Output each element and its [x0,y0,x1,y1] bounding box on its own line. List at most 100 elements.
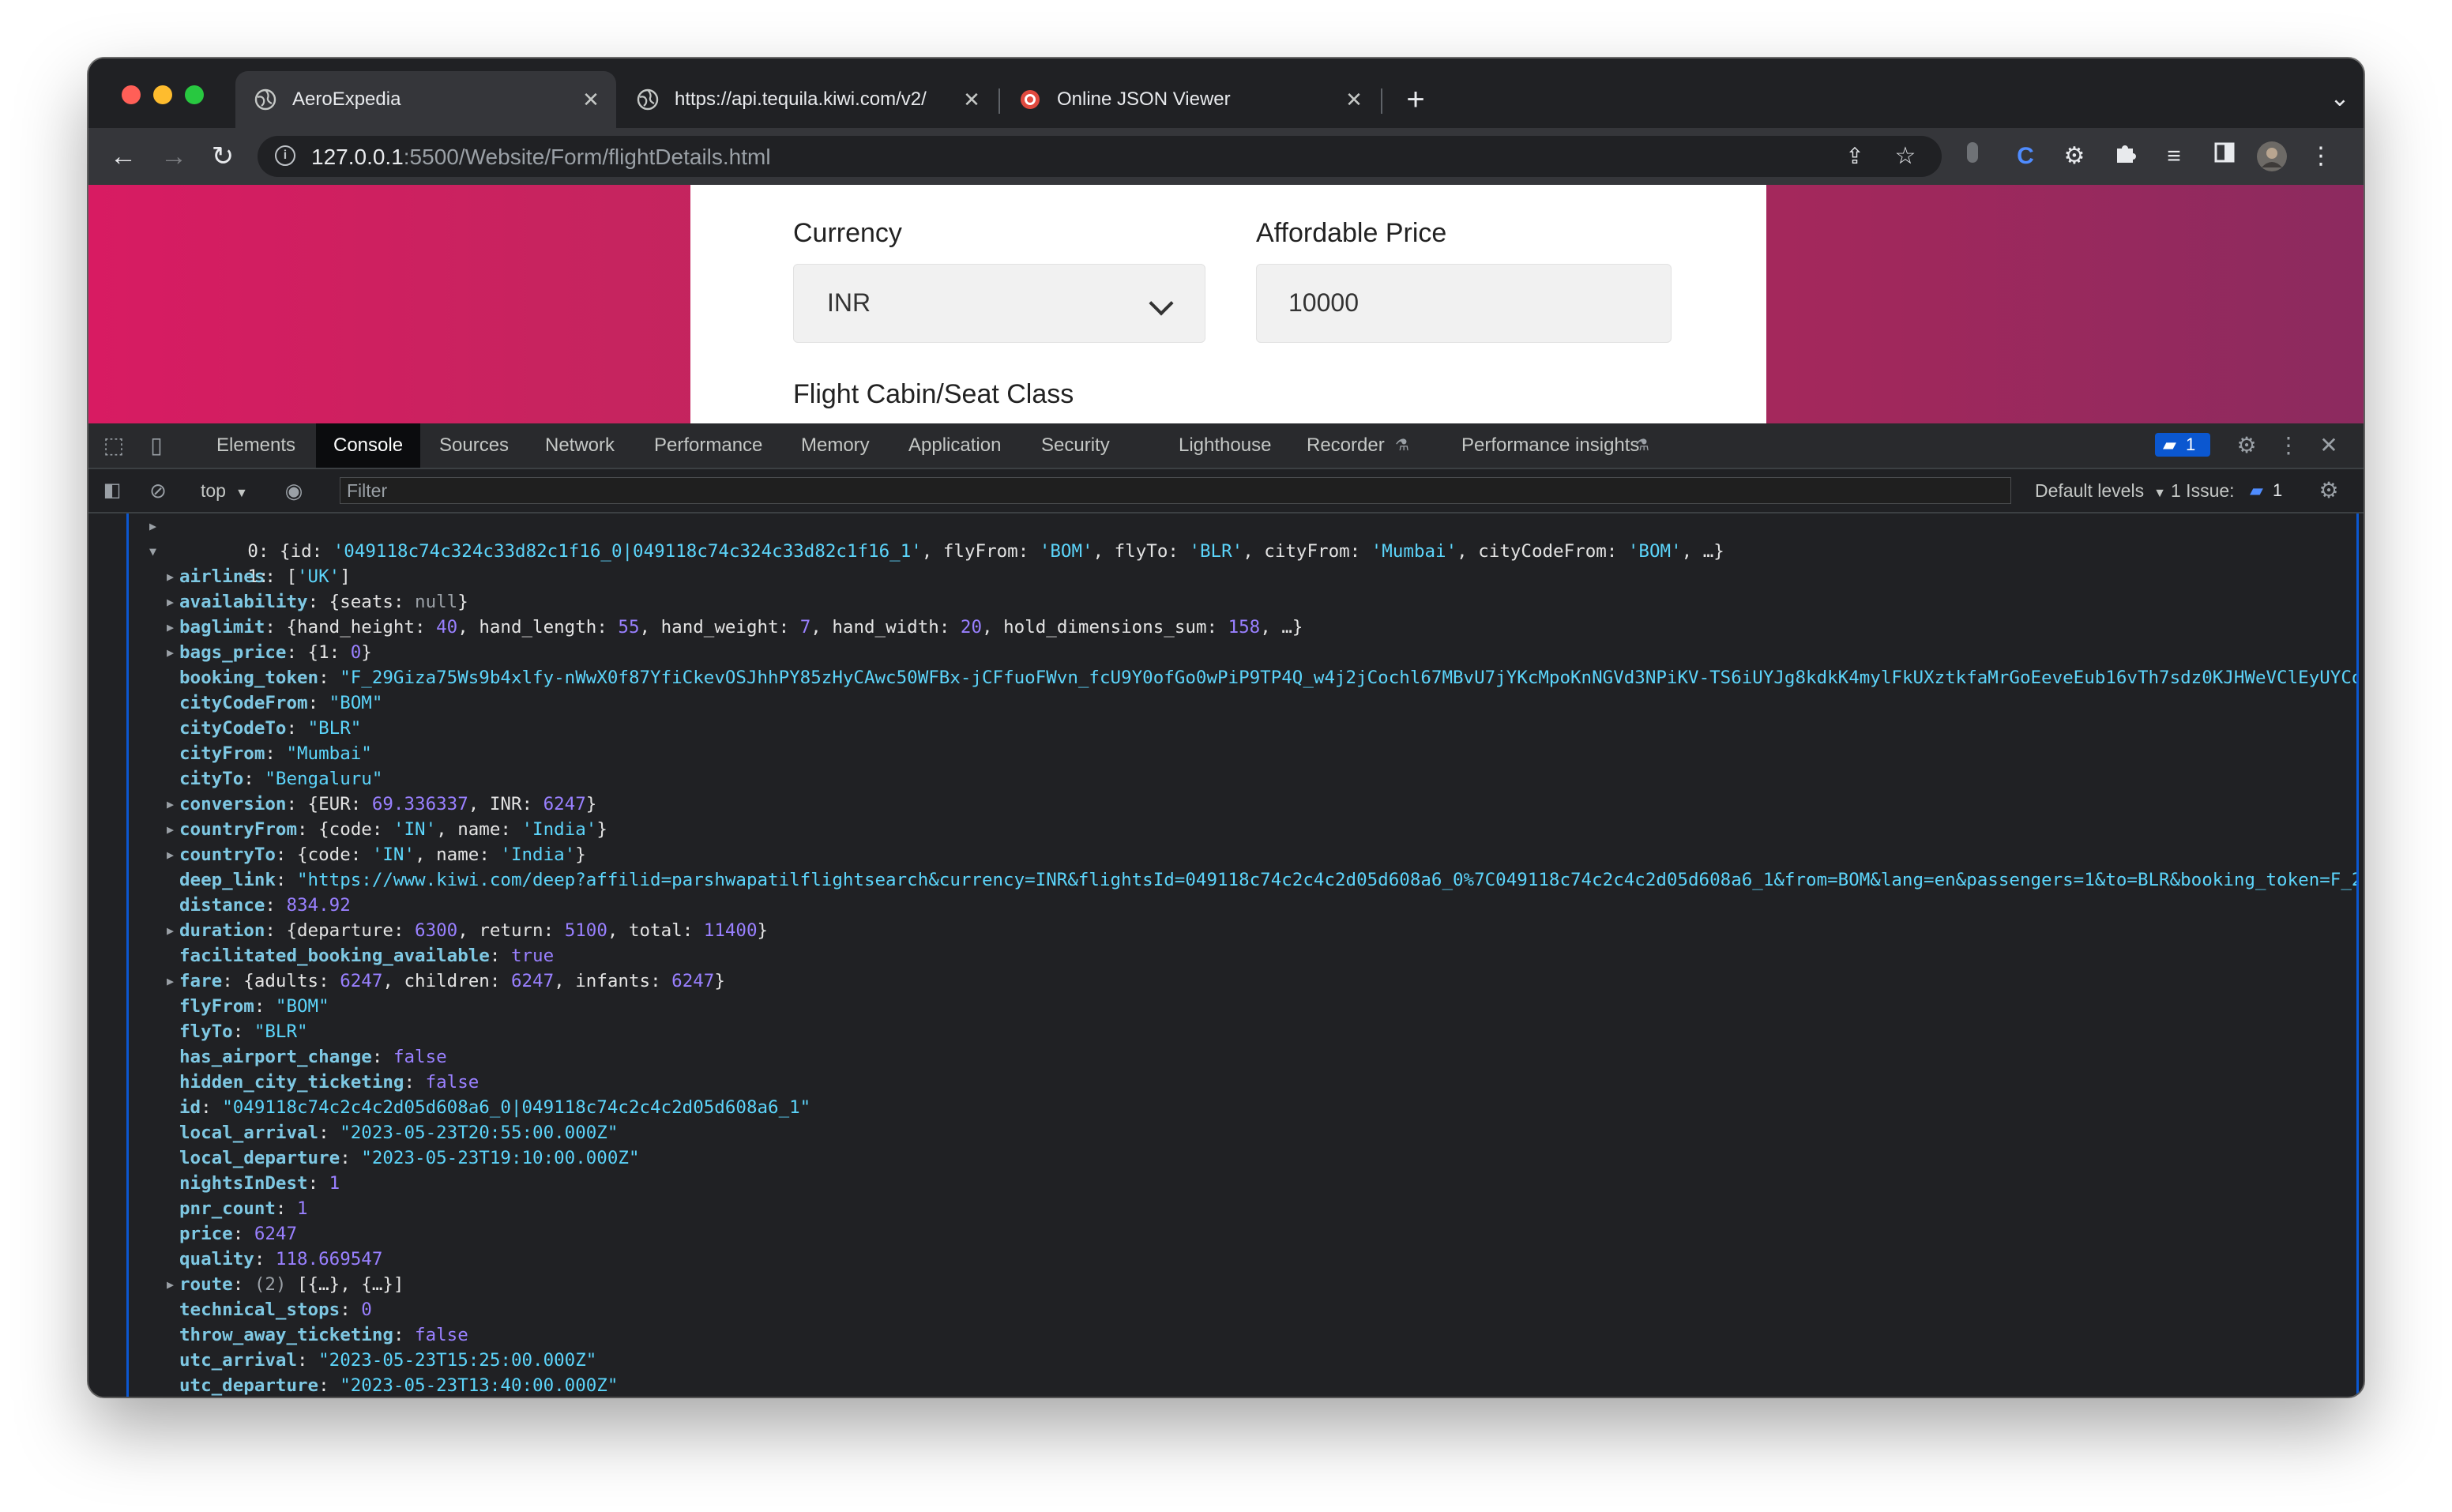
reload-icon[interactable]: ↻ [207,141,239,172]
log-levels-select[interactable]: Default levels ▼ [2035,469,2166,512]
sidebar-toggle-icon[interactable]: ◧ [98,469,126,512]
expand-triangle-icon[interactable]: ▶ [167,842,174,867]
more-options-icon[interactable]: ⋮ [2277,423,2300,468]
inspect-element-icon[interactable]: ⬚ [100,423,128,468]
bookmark-star-icon[interactable]: ☆ [1890,141,1921,172]
minimize-window-button[interactable] [153,85,172,104]
close-tab-icon[interactable]: ✕ [580,88,602,111]
tab-network[interactable]: Network [545,423,615,468]
prop-city-from[interactable]: cityFrom: "Mumbai" [129,741,2356,766]
prop-hidden-city[interactable]: hidden_city_ticketing: false [129,1070,2356,1095]
expand-triangle-icon[interactable]: ▶ [167,817,174,842]
prop-distance[interactable]: distance: 834.92 [129,893,2356,918]
prop-duration[interactable]: ▶ duration: {departure: 6300, return: 510… [129,918,2356,943]
address-bar[interactable]: i 127.0.0.1:5500/Website/Form/flightDeta… [258,136,1942,177]
prop-utc-departure[interactable]: utc_departure: "2023-05-23T13:40:00.000Z… [129,1373,2356,1397]
currency-select[interactable]: INR [793,264,1205,343]
prop-fare[interactable]: ▶ fare: {adults: 6247, children: 6247, in… [129,969,2356,994]
expand-triangle-icon[interactable]: ▶ [167,969,174,994]
tab-console[interactable]: Console [316,423,421,468]
messages-badge[interactable]: ▰ 1 [2155,433,2210,457]
prop-city-code-to[interactable]: cityCodeTo: "BLR" [129,716,2356,741]
profile-avatar[interactable] [2256,141,2288,172]
collapse-triangle-icon[interactable]: ▼ [149,539,156,564]
zoom-window-button[interactable] [185,85,204,104]
tab-performance[interactable]: Performance [654,423,762,468]
issues-badge[interactable]: ▰ 1 [2250,479,2289,502]
prop-fly-to[interactable]: flyTo: "BLR" [129,1019,2356,1044]
expand-triangle-icon[interactable]: ▶ [167,589,174,615]
site-info-icon[interactable]: i [275,145,295,166]
prop-country-to[interactable]: ▶ countryTo: {code: 'IN', name: 'India'} [129,842,2356,867]
close-devtools-icon[interactable]: ✕ [2315,423,2343,468]
new-tab-button[interactable]: + [1392,71,1439,128]
prop-id[interactable]: id: "049118c74c2c4c2d05d608a6_0|049118c7… [129,1095,2356,1120]
close-tab-icon[interactable]: ✕ [1343,88,1365,111]
extension-gear-icon[interactable]: ⚙ [2059,141,2090,172]
tab-json-viewer[interactable]: Online JSON Viewer ✕ [1000,71,1379,128]
prop-conversion[interactable]: ▶ conversion: {EUR: 69.336337, INR: 6247} [129,792,2356,817]
prop-airlines[interactable]: ▶ airlines: ['UK'] [129,564,2356,589]
expand-triangle-icon[interactable]: ▶ [167,564,174,589]
prop-price[interactable]: price: 6247 [129,1221,2356,1247]
extension-gray-icon[interactable] [1961,141,1984,172]
issues-counter[interactable]: 1 Issue: [2171,469,2235,512]
tab-memory[interactable]: Memory [801,423,870,468]
tab-elements[interactable]: Elements [216,423,295,468]
tab-kiwi-api[interactable]: https://api.tequila.kiwi.com/v2/ ✕ [618,71,997,128]
tab-performance-insights[interactable]: Performance insights [1461,423,1639,468]
console-filter-input[interactable]: Filter [340,477,2011,504]
prop-baglimit[interactable]: ▶ baglimit: {hand_height: 40, hand_length… [129,615,2356,640]
tab-security[interactable]: Security [1041,423,1110,468]
console-row-0[interactable]: ▶ 0: {id: '049118c74c324c33d82c1f16_0|049… [129,513,2356,562]
console-settings-icon[interactable]: ⚙ [2313,469,2345,512]
prop-deep-link[interactable]: deep_link: "https://www.kiwi.com/deep?af… [129,867,2356,893]
prop-local-arrival[interactable]: local_arrival: "2023-05-23T20:55:00.000Z… [129,1120,2356,1145]
settings-gear-icon[interactable]: ⚙ [2231,423,2262,468]
side-panel-icon[interactable] [2209,141,2240,172]
prop-throw-away[interactable]: throw_away_ticketing: false [129,1322,2356,1348]
forward-icon[interactable]: → [158,141,190,172]
tab-aeroexpedia[interactable]: AeroExpedia ✕ [235,71,616,128]
prop-country-from[interactable]: ▶ countryFrom: {code: 'IN', name: 'India'… [129,817,2356,842]
expand-triangle-icon[interactable]: ▶ [167,792,174,817]
tab-search-icon[interactable]: ⌄ [2324,70,2356,126]
expand-triangle-icon[interactable]: ▶ [167,640,174,665]
prop-has-airport-change[interactable]: has_airport_change: false [129,1044,2356,1070]
extensions-puzzle-icon[interactable] [2109,141,2141,172]
expand-triangle-icon[interactable]: ▶ [149,513,156,539]
prop-utc-arrival[interactable]: utc_arrival: "2023-05-23T15:25:00.000Z" [129,1348,2356,1373]
browser-menu-icon[interactable]: ⋮ [2305,141,2337,172]
expand-triangle-icon[interactable]: ▶ [167,615,174,640]
tab-recorder[interactable]: Recorder [1307,423,1385,468]
prop-technical-stops[interactable]: technical_stops: 0 [129,1297,2356,1322]
console-row-1[interactable]: ▼ 1: [129,539,2356,587]
prop-local-departure[interactable]: local_departure: "2023-05-23T19:10:00.00… [129,1145,2356,1171]
prop-city-to[interactable]: cityTo: "Bengaluru" [129,766,2356,792]
media-controls-icon[interactable]: ≡ [2158,141,2190,172]
prop-nights-in-dest[interactable]: nightsInDest: 1 [129,1171,2356,1196]
prop-quality[interactable]: quality: 118.669547 [129,1247,2356,1272]
live-expression-eye-icon[interactable]: ◉ [278,469,310,512]
clear-console-icon[interactable]: ⊘ [144,469,172,512]
expand-triangle-icon[interactable]: ▶ [167,1272,174,1297]
extension-c-icon[interactable]: C [2010,141,2041,172]
expand-triangle-icon[interactable]: ▶ [167,918,174,943]
back-icon[interactable]: ← [107,141,139,172]
share-icon[interactable]: ⇪ [1839,141,1871,172]
prop-availability[interactable]: ▶ availability: {seats: null} [129,589,2356,615]
tab-application[interactable]: Application [908,423,1001,468]
prop-city-code-from[interactable]: cityCodeFrom: "BOM" [129,690,2356,716]
prop-pnr-count[interactable]: pnr_count: 1 [129,1196,2356,1221]
prop-booking-token[interactable]: booking_token: "F_29Giza75Ws9b4xlfy-nWwX… [129,665,2356,690]
prop-fly-from[interactable]: flyFrom: "BOM" [129,994,2356,1019]
price-input[interactable]: 10000 [1256,264,1672,343]
prop-route[interactable]: ▶ route: (2) [{…}, {…}] [129,1272,2356,1297]
close-tab-icon[interactable]: ✕ [961,88,983,111]
context-selector[interactable]: top ▼ [201,469,248,512]
close-window-button[interactable] [122,85,141,104]
tab-sources[interactable]: Sources [439,423,509,468]
device-toolbar-icon[interactable]: ▯ [142,423,171,468]
tab-lighthouse[interactable]: Lighthouse [1179,423,1271,468]
prop-facilitated-booking[interactable]: facilitated_booking_available: true [129,943,2356,969]
